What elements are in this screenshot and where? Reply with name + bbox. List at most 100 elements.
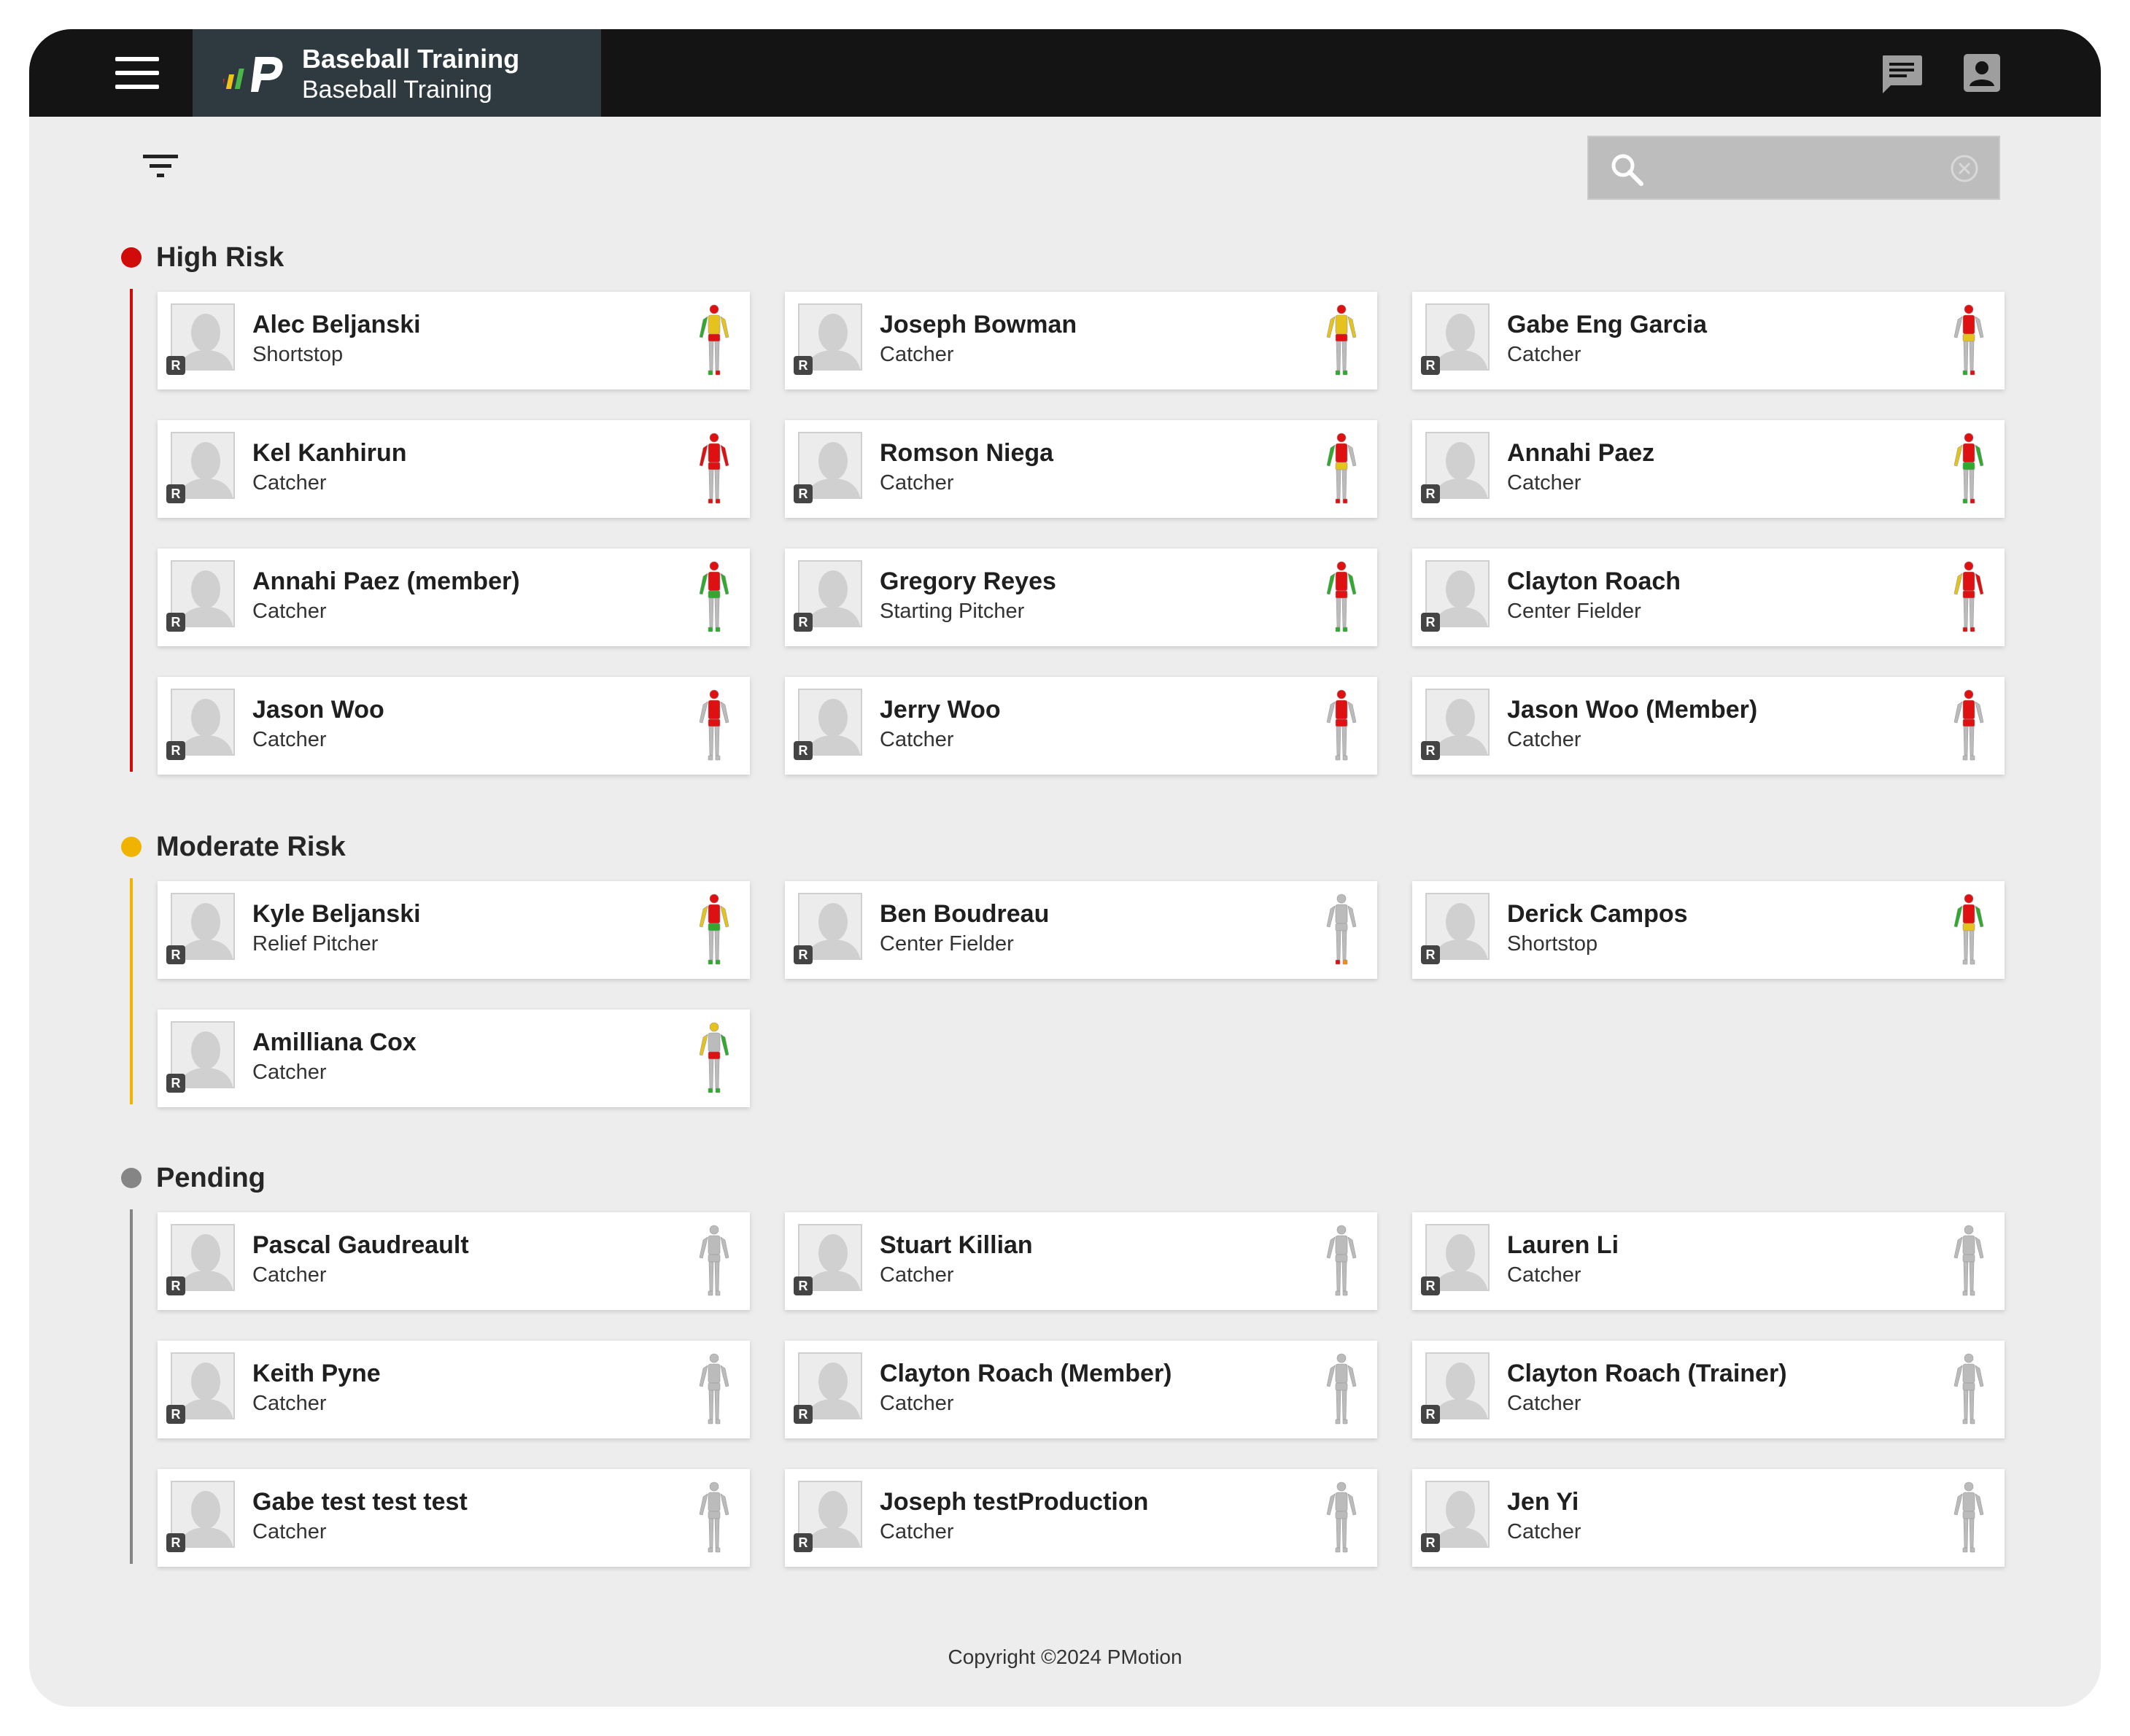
app-subtitle: Baseball Training (302, 76, 492, 104)
role-badge: R (166, 945, 185, 964)
player-name: Joseph Bowman (880, 311, 1077, 338)
player-card[interactable]: R Jen Yi Catcher (1412, 1469, 2005, 1567)
player-card[interactable]: R Keith Pyne Catcher (158, 1341, 750, 1438)
body-map-icon (1953, 689, 1984, 761)
player-position: Catcher (252, 728, 327, 751)
role-badge: R (1421, 741, 1440, 760)
player-card[interactable]: R Kel Kanhirun Catcher (158, 420, 750, 518)
player-card[interactable]: R Pascal Gaudreault Catcher (158, 1212, 750, 1310)
role-badge: R (1421, 1276, 1440, 1295)
player-card[interactable]: R Romson Niega Catcher (785, 420, 1377, 518)
player-card[interactable]: R Clayton Roach (Trainer) Catcher (1412, 1341, 2005, 1438)
body-map-icon (699, 561, 729, 632)
body-map-icon (1953, 1481, 1984, 1553)
role-badge: R (166, 1405, 185, 1424)
role-badge: R (794, 1533, 813, 1552)
role-badge: R (1421, 356, 1440, 375)
player-name: Annahi Paez (member) (252, 567, 520, 595)
player-card[interactable]: R Alec Beljanski Shortstop (158, 292, 750, 390)
body-map-icon (1953, 1353, 1984, 1425)
player-position: Catcher (1507, 1263, 1581, 1287)
body-map-icon (699, 433, 729, 504)
role-badge: R (794, 741, 813, 760)
player-position: Catcher (252, 1061, 327, 1084)
player-position: Catcher (1507, 728, 1581, 751)
body-map-icon (699, 689, 729, 761)
section-header: High Risk (121, 239, 284, 276)
role-badge: R (794, 356, 813, 375)
player-position: Catcher (252, 1520, 327, 1543)
player-name: Jen Yi (1507, 1488, 1579, 1516)
player-card[interactable]: R Jason Woo (Member) Catcher (1412, 677, 2005, 775)
chat-icon[interactable] (1881, 54, 1923, 95)
player-name: Gregory Reyes (880, 567, 1056, 595)
player-position: Catcher (880, 1392, 954, 1415)
player-card[interactable]: R Gabe Eng Garcia Catcher (1412, 292, 2005, 390)
body-map-icon (1326, 304, 1357, 376)
player-name: Keith Pyne (252, 1360, 381, 1387)
player-card[interactable]: R Annahi Paez (member) Catcher (158, 549, 750, 646)
player-position: Catcher (880, 1520, 954, 1543)
body-map-icon (1326, 1481, 1357, 1553)
player-position: Catcher (1507, 471, 1581, 495)
player-position: Catcher (252, 600, 327, 623)
team-switcher[interactable]: Baseball Training Baseball Training (193, 29, 601, 117)
player-name: Clayton Roach (1507, 567, 1681, 595)
player-card[interactable]: R Annahi Paez Catcher (1412, 420, 2005, 518)
app-title: Baseball Training (302, 44, 520, 74)
role-badge: R (794, 613, 813, 632)
player-card[interactable]: R Lauren Li Catcher (1412, 1212, 2005, 1310)
player-name: Stuart Killian (880, 1231, 1033, 1259)
player-position: Center Fielder (1507, 600, 1641, 623)
body-map-icon (1953, 304, 1984, 376)
top-app-bar: Baseball Training Baseball Training (29, 29, 2101, 117)
role-badge: R (1421, 1533, 1440, 1552)
role-badge: R (166, 356, 185, 375)
filter-icon[interactable] (142, 152, 179, 181)
player-name: Alec Beljanski (252, 311, 421, 338)
player-card[interactable]: R Clayton Roach (Member) Catcher (785, 1341, 1377, 1438)
player-name: Jason Woo (252, 696, 384, 724)
player-card[interactable]: R Ben Boudreau Center Fielder (785, 881, 1377, 979)
player-name: Gabe Eng Garcia (1507, 311, 1707, 338)
body-map-icon (699, 1481, 729, 1553)
player-card[interactable]: R Amilliana Cox Catcher (158, 1010, 750, 1107)
player-card[interactable]: R Joseph testProduction Catcher (785, 1469, 1377, 1567)
body-map-icon (1326, 689, 1357, 761)
player-position: Catcher (880, 1263, 954, 1287)
player-name: Jason Woo (Member) (1507, 696, 1758, 724)
player-position: Shortstop (1507, 932, 1598, 956)
role-badge: R (1421, 484, 1440, 503)
section-header: Moderate Risk (121, 829, 346, 865)
player-name: Kel Kanhirun (252, 439, 407, 467)
role-badge: R (794, 484, 813, 503)
search-field[interactable] (1587, 136, 2000, 200)
player-card[interactable]: R Gregory Reyes Starting Pitcher (785, 549, 1377, 646)
player-card[interactable]: R Derick Campos Shortstop (1412, 881, 2005, 979)
app-window: Baseball Training Baseball Training High… (29, 29, 2101, 1707)
risk-indicator-dot (121, 247, 142, 268)
player-position: Catcher (252, 1392, 327, 1415)
body-map-icon (1953, 561, 1984, 632)
player-card[interactable]: R Jerry Woo Catcher (785, 677, 1377, 775)
hamburger-menu-icon[interactable] (115, 57, 159, 89)
search-icon (1611, 154, 1643, 186)
role-badge: R (166, 1276, 185, 1295)
clear-circle-icon[interactable] (1949, 153, 1980, 184)
player-position: Catcher (880, 728, 954, 751)
player-card[interactable]: R Stuart Killian Catcher (785, 1212, 1377, 1310)
player-card[interactable]: R Joseph Bowman Catcher (785, 292, 1377, 390)
player-card[interactable]: R Clayton Roach Center Fielder (1412, 549, 2005, 646)
player-card[interactable]: R Jason Woo Catcher (158, 677, 750, 775)
body-map-icon (699, 894, 729, 965)
player-card[interactable]: R Kyle Beljanski Relief Pitcher (158, 881, 750, 979)
role-badge: R (166, 1533, 185, 1552)
player-card[interactable]: R Gabe test test test Catcher (158, 1469, 750, 1567)
player-name: Clayton Roach (Member) (880, 1360, 1172, 1387)
account-box-icon[interactable] (1964, 54, 2000, 92)
section-rail (130, 289, 133, 772)
role-badge: R (1421, 1405, 1440, 1424)
role-badge: R (794, 1276, 813, 1295)
player-position: Catcher (1507, 343, 1581, 366)
search-input[interactable] (1656, 149, 1936, 190)
